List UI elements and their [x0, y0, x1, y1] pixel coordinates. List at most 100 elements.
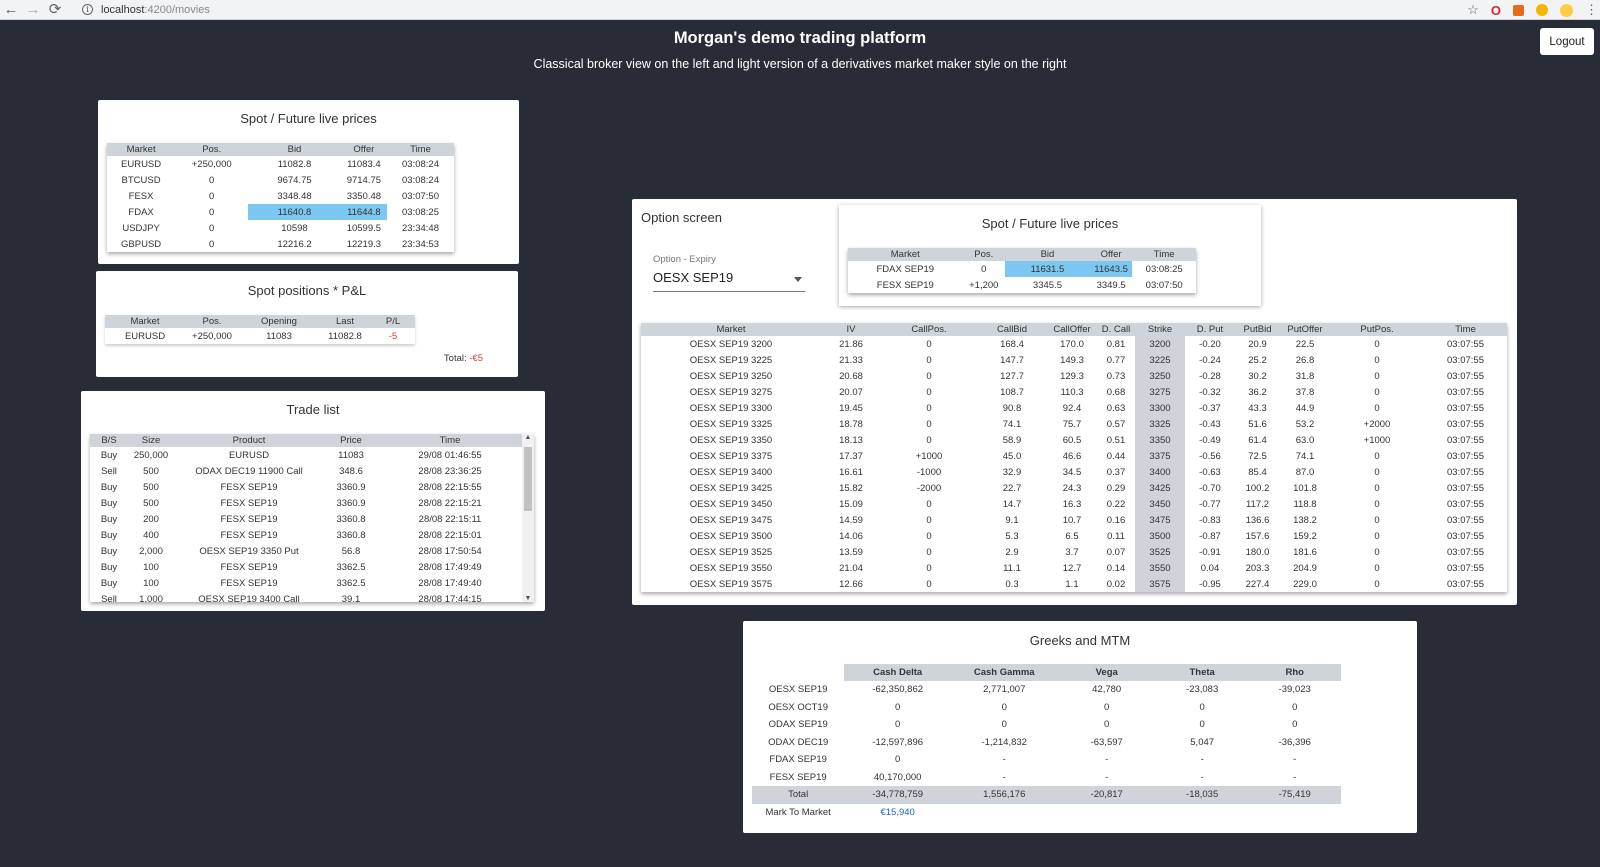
menu-dots-icon[interactable]: ⋮: [1585, 2, 1598, 18]
table-cell: +250,000: [192, 330, 232, 342]
table-row[interactable]: FESX SEP19 +1,200 3345.5 3349.5 03:07:50: [848, 277, 1196, 293]
table-cell: 0: [1199, 719, 1205, 731]
table-cell: 3475: [1135, 512, 1185, 528]
table-row[interactable]: OESX SEP19 3550 21.04 0 11.1 12.7 0.14 3550 0.0…: [641, 560, 1507, 576]
table-cell: 0: [1374, 450, 1380, 462]
table-cell: 36.2: [1248, 386, 1267, 398]
table-row[interactable]: OESX SEP19 3475 14.59 0 9.1 10.7 0.16 3475 -0.8…: [641, 512, 1507, 528]
table-cell: 0.16: [1106, 514, 1126, 526]
table-row[interactable]: Buy 100 FESX SEP19 3362.5 28/08 17:49:40: [90, 575, 522, 591]
table-row[interactable]: Buy 100 FESX SEP19 3362.5 28/08 17:49:49: [90, 559, 522, 575]
table-row[interactable]: OESX SEP19 3500 14.06 0 5.3 6.5 0.11 3500 -0.87…: [641, 528, 1507, 544]
scrollbar-thumb[interactable]: [524, 447, 532, 511]
table-row[interactable]: EURUSD +250,000 11082.8 11083.4 03:08:24: [107, 156, 454, 172]
table-cell: +1,200: [969, 279, 999, 291]
table-cell: -62,350,862: [872, 684, 924, 696]
column-header: D. Call: [1097, 323, 1135, 336]
extension-icon[interactable]: [1536, 4, 1548, 16]
column-header: Offer: [1089, 248, 1133, 261]
table-cell: -: [1293, 754, 1297, 766]
table-cell: 22.5: [1295, 338, 1315, 350]
table-cell: 24.3: [1062, 482, 1082, 494]
table-cell: 149.3: [1060, 354, 1084, 366]
table-row[interactable]: OESX SEP19 3350 18.13 0 58.9 60.5 0.51 3350 -0.…: [641, 432, 1507, 448]
column-header: Market: [641, 323, 821, 336]
table-row[interactable]: OESX SEP19 3225 21.33 0 147.7 149.3 0.77 3225 -…: [641, 352, 1507, 368]
table-cell: 14.59: [839, 514, 863, 526]
table-row[interactable]: Buy 2,000 OESX SEP19 3350 Put 56.8 28/08 17:…: [90, 543, 522, 559]
table-cell: 0: [1001, 701, 1007, 713]
table-cell: 11082.8: [277, 158, 312, 170]
total-value: -€5: [469, 353, 483, 364]
dropdown-caret-icon[interactable]: [794, 277, 802, 282]
table-row[interactable]: OESX SEP19 3450 15.09 0 14.7 16.3 0.22 3450 -0.…: [641, 496, 1507, 512]
table-cell: 0: [1292, 719, 1298, 731]
table-row[interactable]: FDAX 0 11640.8 11644.8 03:08:25: [107, 204, 454, 220]
table-row[interactable]: Buy 500 FESX SEP19 3360.9 28/08 22:15:55: [90, 479, 522, 495]
table-row[interactable]: OESX SEP19 3425 15.82 -2000 22.7 24.3 0.29 342…: [641, 480, 1507, 496]
table-cell: 10.7: [1062, 514, 1082, 526]
address-bar[interactable]: i localhost:4200/movies: [82, 4, 210, 16]
table-row[interactable]: FDAX SEP19 0 11631.5 11643.5 03:08:25: [848, 261, 1196, 277]
logout-button[interactable]: Logout: [1540, 28, 1594, 55]
table-row[interactable]: OESX SEP19 3300 19.45 0 90.8 92.4 0.63 3300 -0.…: [641, 400, 1507, 416]
table-cell: 72.5: [1248, 450, 1267, 462]
scroll-up-icon[interactable]: ▲: [522, 434, 534, 441]
table-cell: 03:08:24: [402, 174, 439, 186]
table-cell: 28/08 22:15:55: [418, 481, 482, 493]
table-row[interactable]: OESX SEP19 3275 20.07 0 108.7 110.3 0.68 3275 -…: [641, 384, 1507, 400]
table-row[interactable]: FESX 0 3348.48 3350.48 03:07:50: [107, 188, 454, 204]
table-cell: 12216.2: [277, 238, 312, 250]
table-row[interactable]: Buy 200 FESX SEP19 3360.8 28/08 22:15:11: [90, 511, 522, 527]
panel-title: Spot positions * P&L: [247, 283, 367, 298]
column-header: Price: [324, 434, 378, 447]
table-cell: 11631.5: [1005, 261, 1090, 277]
back-arrow-icon[interactable]: ←: [0, 0, 22, 20]
table-row[interactable]: Buy 250,000 EURUSD 11083 29/08 01:46:55: [90, 447, 522, 463]
table-cell: -: [1002, 754, 1006, 766]
table-cell: 44.9: [1295, 402, 1315, 414]
reload-icon[interactable]: ⟳: [44, 0, 66, 20]
table-row[interactable]: OESX SEP19 3200 21.86 0 168.4 170.0 0.81 3200 -…: [641, 336, 1507, 352]
table-row[interactable]: OESX SEP19 3250 20.68 0 127.7 129.3 0.73 3250 -…: [641, 368, 1507, 384]
table-row[interactable]: Sell 500 ODAX DEC19 11900 Call 348.6 28/08 2…: [90, 463, 522, 479]
table-cell: 0: [1292, 701, 1298, 713]
expiry-select[interactable]: OESX SEP19: [653, 267, 805, 292]
info-icon[interactable]: i: [82, 4, 93, 15]
forward-arrow-icon[interactable]: →: [22, 0, 44, 20]
expiry-label: Option - Expiry: [653, 254, 716, 265]
column-header: Market: [105, 315, 185, 328]
table-row[interactable]: Sell 1,000 OESX SEP19 3400 Call 39.1 28/08 1…: [90, 591, 522, 603]
opera-extension-icon[interactable]: O: [1491, 3, 1501, 18]
column-header: Opening: [239, 315, 319, 328]
table-row[interactable]: OESX SEP19 3575 12.66 0 0.3 1.1 0.02 3575 -0.95…: [641, 576, 1507, 592]
table-cell: 29/08 01:46:55: [418, 449, 482, 461]
trade-list-scroll[interactable]: B/S Size Product Price Time Buy 250,000 EURUSD 1…: [90, 434, 534, 602]
extension-icon[interactable]: [1513, 4, 1524, 16]
column-header: Offer: [340, 143, 388, 156]
table-row[interactable]: Buy 400 FESX SEP19 3360.8 28/08 22:15:01: [90, 527, 522, 543]
greeks-table-container: Cash Delta Cash Gamma Vega Theta Rho OESX SEP…: [752, 664, 1341, 821]
trade-list-scrollbar[interactable]: ▲ ▼: [522, 434, 534, 602]
table-cell: 0: [926, 434, 932, 446]
table-cell: FESX SEP19: [220, 497, 278, 509]
table-cell: 0: [1374, 386, 1380, 398]
table-row[interactable]: OESX SEP19 3375 17.37 +1000 45.0 46.6 0.44 337…: [641, 448, 1507, 464]
table-row[interactable]: Buy 500 FESX SEP19 3360.9 28/08 22:15:21: [90, 495, 522, 511]
table-row[interactable]: BTCUSD 0 9674.75 9714.75 03:08:24: [107, 172, 454, 188]
scroll-down-icon[interactable]: ▼: [522, 595, 534, 602]
table-cell: 0: [895, 719, 901, 731]
column-header: Size: [128, 434, 174, 447]
table-row[interactable]: USDJPY 0 10598 10599.5 23:34:48: [107, 220, 454, 236]
table-cell: 23:34:48: [402, 222, 439, 234]
table-row[interactable]: OESX SEP19 3325 18.78 0 74.1 75.7 0.57 3325 -0.…: [641, 416, 1507, 432]
table-cell: 3360.9: [336, 497, 366, 509]
table-cell: 21.04: [839, 562, 863, 574]
table-row[interactable]: OESX SEP19 3525 13.59 0 2.9 3.7 0.07 3525 -0.91…: [641, 544, 1507, 560]
table-cell: 3362.5: [336, 561, 366, 573]
bookmark-star-icon[interactable]: ☆: [1467, 2, 1479, 18]
table-row[interactable]: GBPUSD 0 12216.2 12219.3 23:34:53: [107, 236, 454, 252]
table-cell: 63.0: [1295, 434, 1315, 446]
table-row[interactable]: OESX SEP19 3400 16.61 -1000 32.9 34.5 0.37 340…: [641, 464, 1507, 480]
profile-avatar-icon[interactable]: [1560, 3, 1573, 17]
